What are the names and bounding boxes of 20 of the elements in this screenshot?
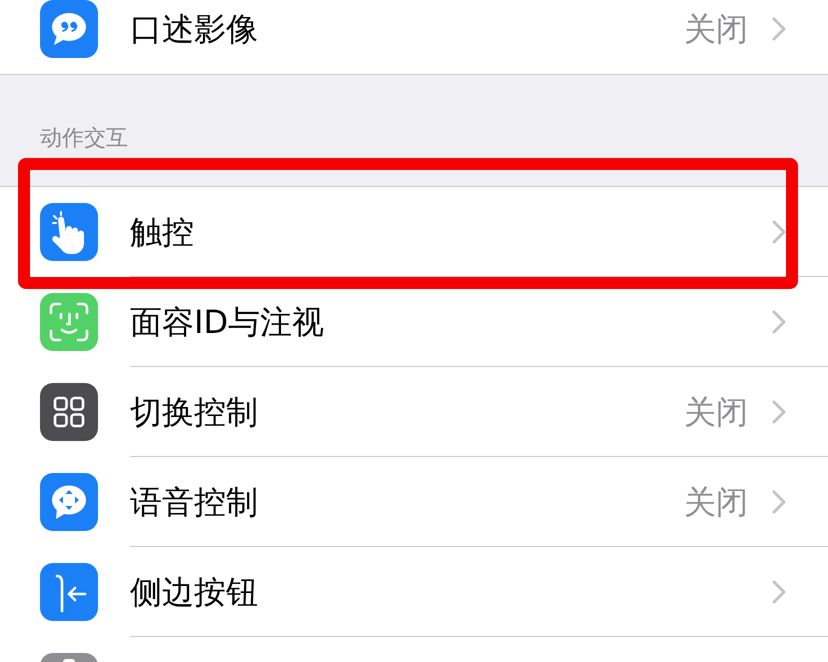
setting-label[interactable]: 语音控制 — [130, 482, 258, 522]
setting-label[interactable]: 侧边按钮 — [130, 572, 258, 612]
chevron-icon — [772, 310, 786, 334]
chevron-icon — [772, 490, 786, 514]
setting-value: 关闭 — [684, 8, 748, 48]
section-header: 动作交互 — [40, 126, 128, 151]
chevron-icon — [772, 400, 786, 424]
grid-icon — [40, 383, 98, 441]
setting-label[interactable]: 触控 — [130, 212, 194, 252]
setting-label[interactable]: 面容ID与注视 — [130, 302, 324, 342]
setting-value: 关闭 — [684, 392, 748, 432]
face-scan-icon — [40, 293, 98, 351]
chevron-icon — [772, 16, 786, 40]
chevron-icon — [772, 580, 786, 604]
setting-value: 关闭 — [684, 482, 748, 522]
setting-label[interactable]: 切换控制 — [130, 392, 258, 432]
hand-icon — [40, 203, 98, 261]
speech-bubble-arrows-icon — [40, 473, 98, 531]
chevron-icon — [772, 220, 786, 244]
setting-label[interactable]: 口述影像 — [130, 8, 258, 48]
